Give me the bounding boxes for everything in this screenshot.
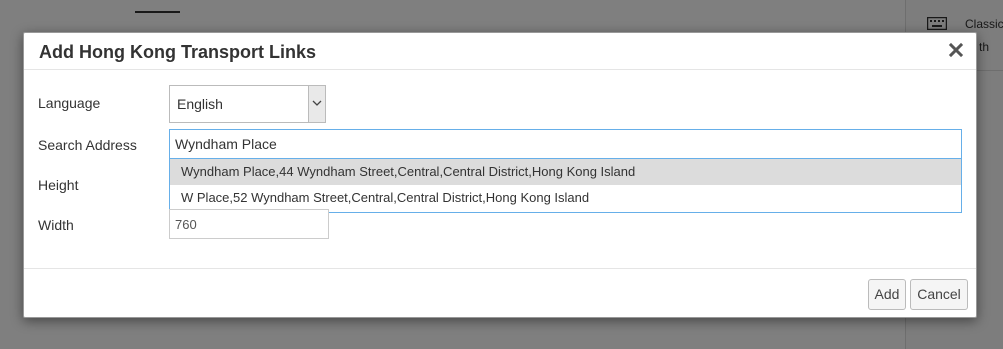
language-select-value: English [177, 96, 223, 112]
add-transport-links-dialog: Add Hong Kong Transport Links Language E… [23, 32, 977, 318]
width-input[interactable] [169, 209, 329, 239]
add-button[interactable]: Add [868, 279, 906, 310]
language-select[interactable]: English [169, 85, 326, 123]
select-arrow[interactable] [308, 86, 325, 122]
search-address-label: Search Address [38, 137, 137, 153]
cancel-button[interactable]: Cancel [910, 279, 968, 310]
modal-footer-divider [24, 268, 976, 269]
modal-header: Add Hong Kong Transport Links [24, 33, 976, 70]
address-suggestion[interactable]: Wyndham Place,44 Wyndham Street,Central,… [170, 159, 961, 185]
language-label: Language [38, 95, 101, 111]
search-address-input[interactable] [169, 129, 962, 159]
chevron-down-icon [312, 100, 322, 106]
address-suggestion[interactable]: W Place,52 Wyndham Street,Central,Centra… [170, 185, 961, 211]
address-suggestions-dropdown: Wyndham Place,44 Wyndham Street,Central,… [169, 159, 962, 213]
modal-title: Add Hong Kong Transport Links [39, 42, 316, 62]
close-icon[interactable] [948, 41, 964, 59]
height-label: Height [38, 177, 79, 193]
width-label: Width [38, 217, 74, 233]
